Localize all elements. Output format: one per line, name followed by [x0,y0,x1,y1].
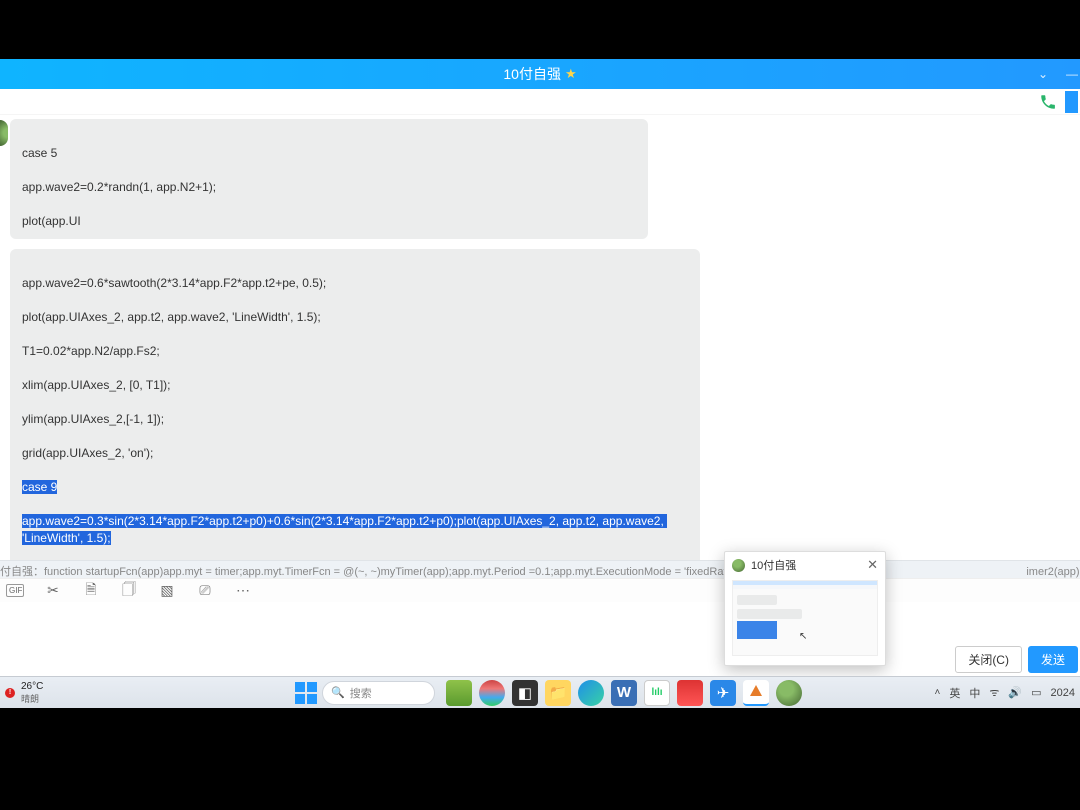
code-line-selected: app.wave2=0.3*sin(2*3.14*app.F2*app.t2+p… [22,513,688,547]
message-bubble[interactable]: case 5 app.wave2=0.2*randn(1, app.N2+1);… [10,119,648,239]
video-call-edge[interactable] [1065,91,1078,113]
image-icon[interactable]: ▧ [158,582,176,599]
chat-scroll-area[interactable]: case 5 app.wave2=0.2*randn(1, app.N2+1);… [0,115,1080,560]
send-button-row: 关闭(C) 发送 [0,642,1080,677]
preview-thumbnail[interactable]: ↖ [732,580,878,656]
avatar-edge-icon [0,120,8,146]
alert-badge-icon: ! [5,688,15,698]
search-placeholder: 搜索 [350,685,372,701]
start-button[interactable] [295,682,317,704]
ime-lang-1[interactable]: 英 [949,685,960,701]
input-toolbar: GIF ✂ 🗎 🗍 ▧ ⎚ ⋯ [0,578,1080,602]
app-icon[interactable]: lılı [644,680,670,706]
draft-status-line: 付自强：function startupFcn(app)app.myt = ti… [0,560,1080,578]
gif-icon[interactable]: GIF [6,584,24,597]
taskbar-preview-popup[interactable]: 10付自强 ✕ ↖ [724,551,886,666]
chat-title: 10付自强 [503,64,561,84]
wifi-icon[interactable]: ᯤ [989,685,999,700]
word-icon[interactable]: W [611,680,637,706]
explorer-icon[interactable]: 📁 [545,680,571,706]
send-button[interactable]: 发送 [1028,646,1078,673]
app-icon-red[interactable] [677,680,703,706]
scissors-icon[interactable]: ✂ [44,582,62,599]
clock-year[interactable]: 2024 [1051,687,1075,699]
code-line: plot(app.UI [22,213,636,230]
code-line: grid(app.UIAxes_2, 'on'); [22,445,688,462]
battery-icon[interactable]: ▭ [1031,686,1041,699]
matlab-icon[interactable] [743,680,769,706]
feishu-icon[interactable]: ✈ [710,680,736,706]
code-line-selected: case 9 [22,479,688,496]
tray-expand-icon[interactable]: ˄ [935,687,941,698]
chat-app-icon[interactable] [776,680,802,706]
folder-icon[interactable]: 🗍 [120,579,138,603]
minimize-icon[interactable]: — [1066,67,1078,81]
message-input[interactable] [0,602,1080,642]
code-line: ylim(app.UIAxes_2,[-1, 1]); [22,411,688,428]
code-line: plot(app.UIAxes_2, app.t2, app.wave2, 'L… [22,309,688,326]
phone-call-icon[interactable] [1039,93,1057,111]
chat-sub-toolbar [0,89,1080,115]
more-icon[interactable]: ⋯ [234,582,252,599]
code-line: app.wave2=0.2*randn(1, app.N2+1); [22,179,636,196]
volume-icon[interactable]: 🔊 [1008,686,1022,699]
preview-title: 10付自强 [751,557,796,573]
screen-share-icon[interactable]: ⎚ [196,582,214,599]
weather-text: 晴朗 [21,692,43,705]
star-icon: ★ [565,66,577,82]
code-line: app.wave2=0.6*sawtooth(2*3.14*app.F2*app… [22,275,688,292]
avatar-icon [732,559,745,572]
copilot-icon[interactable] [479,680,505,706]
file-icon[interactable]: 🗎 [82,579,100,603]
code-line: T1=0.02*app.N2/app.Fs2; [22,343,688,360]
windows-taskbar[interactable]: ! 26°C 晴朗 🔍 搜索 ◧ 📁 W lılı ✈ ˄ 英 中 ᯤ [0,676,1080,708]
cursor-icon: ↖ [799,631,807,642]
message-bubble[interactable]: app.wave2=0.6*sawtooth(2*3.14*app.F2*app… [10,249,700,560]
close-button[interactable]: 关闭(C) [955,646,1022,673]
taskbar-app-icon[interactable] [446,680,472,706]
temperature-text: 26°C [21,681,43,692]
ime-lang-2[interactable]: 中 [969,685,980,701]
weather-widget[interactable]: ! 26°C 晴朗 [0,681,43,705]
taskbar-search-input[interactable]: 🔍 搜索 [322,681,435,705]
edge-icon[interactable] [578,680,604,706]
code-line: xlim(app.UIAxes_2, [0, T1]); [22,377,688,394]
close-icon[interactable]: ✕ [867,557,878,573]
taskview-icon[interactable]: ◧ [512,680,538,706]
dropdown-chevron-icon[interactable]: ⌄ [1038,67,1048,81]
code-line: case 5 [22,145,636,162]
chat-titlebar: 10付自强 ★ ⌄ — [0,59,1080,89]
search-icon: 🔍 [331,686,345,699]
black-letterbox-top [0,0,1080,59]
